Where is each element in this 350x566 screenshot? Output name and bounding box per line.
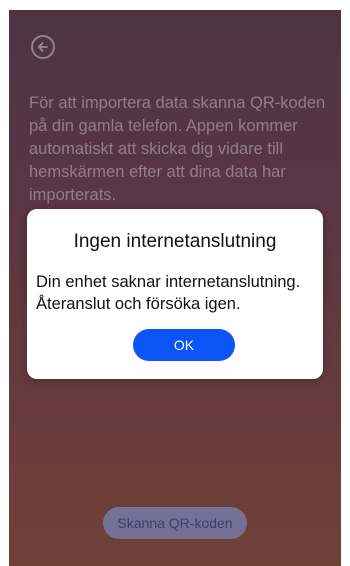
dialog-message: Din enhet saknar internetanslutning. Åte… (36, 273, 301, 313)
app-screen: För att importera data skanna QR-koden p… (9, 10, 341, 566)
ok-button[interactable]: OK (133, 329, 235, 361)
scan-qr-button[interactable]: Skanna QR-koden (103, 507, 247, 539)
no-internet-dialog: Ingen internetanslutning Din enhet sakna… (27, 209, 323, 379)
dialog-title: Ingen internetanslutning (73, 231, 277, 252)
